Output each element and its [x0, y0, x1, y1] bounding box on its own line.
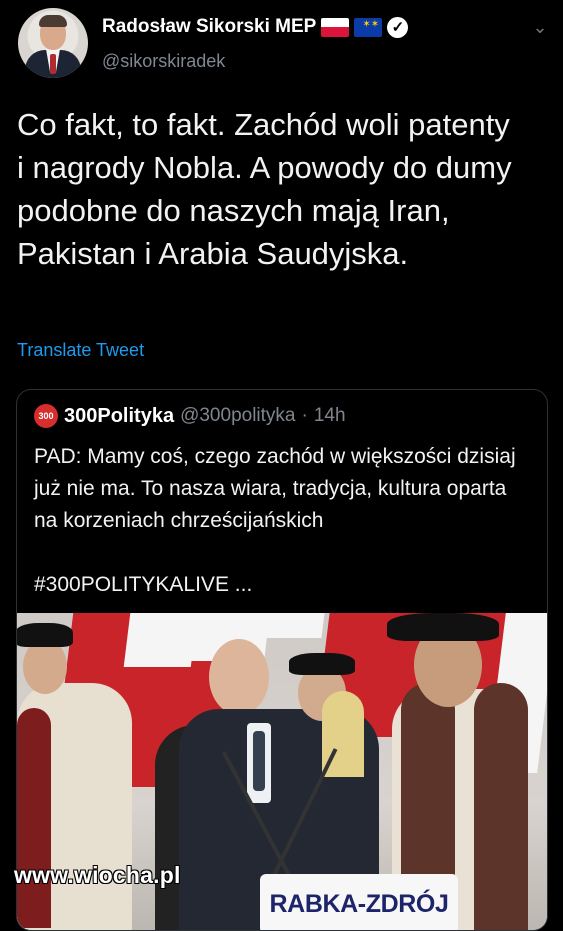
person-right-vest: [474, 683, 528, 930]
poland-flag-icon: [321, 17, 350, 37]
speaker-head: [209, 639, 269, 715]
eu-flag-icon: ✶✶: [354, 17, 383, 37]
person-left-head: [23, 639, 67, 694]
quoted-name[interactable]: 300Polityka: [64, 405, 174, 428]
podium: RABKA-ZDRÓJ: [260, 874, 458, 930]
quoted-tweet-header: 300 300Polityka @300polityka · 14h: [34, 404, 346, 428]
author-avatar[interactable]: [18, 8, 88, 78]
watermark: www.wiocha.pl: [14, 862, 181, 888]
quoted-text: PAD: Mamy coś, czego zachód w większości…: [34, 445, 516, 596]
quoted-avatar[interactable]: 300: [34, 404, 58, 428]
quoted-time[interactable]: 14h: [314, 405, 346, 427]
hat: [289, 653, 355, 675]
author-name[interactable]: Radosław Sikorski MEP: [102, 16, 316, 38]
translate-tweet-link[interactable]: Translate Tweet: [17, 340, 144, 361]
hat: [387, 613, 499, 641]
tweet-text: Co fakt, to fakt. Zachód woli patenty i …: [17, 107, 512, 271]
speaker-tie: [253, 731, 265, 791]
chevron-down-icon[interactable]: ⌄: [531, 18, 549, 36]
verified-icon: ✓: [387, 16, 409, 38]
hat: [17, 623, 73, 647]
quoted-separator: ·: [301, 405, 308, 426]
author-handle[interactable]: @sikorskiradek: [102, 51, 225, 72]
person-left-garment: [17, 708, 51, 928]
author-name-row: Radosław Sikorski MEP ✶✶ ✓: [102, 16, 409, 38]
quoted-handle[interactable]: @300polityka: [180, 405, 295, 427]
quoted-tweet[interactable]: 300 300Polityka @300polityka · 14h PAD: …: [16, 389, 548, 931]
flag-shape: [251, 613, 325, 638]
tweet-header: Radosław Sikorski MEP ✶✶ ✓ @sikorskirade…: [14, 8, 549, 82]
podium-text: RABKA-ZDRÓJ: [269, 889, 449, 918]
